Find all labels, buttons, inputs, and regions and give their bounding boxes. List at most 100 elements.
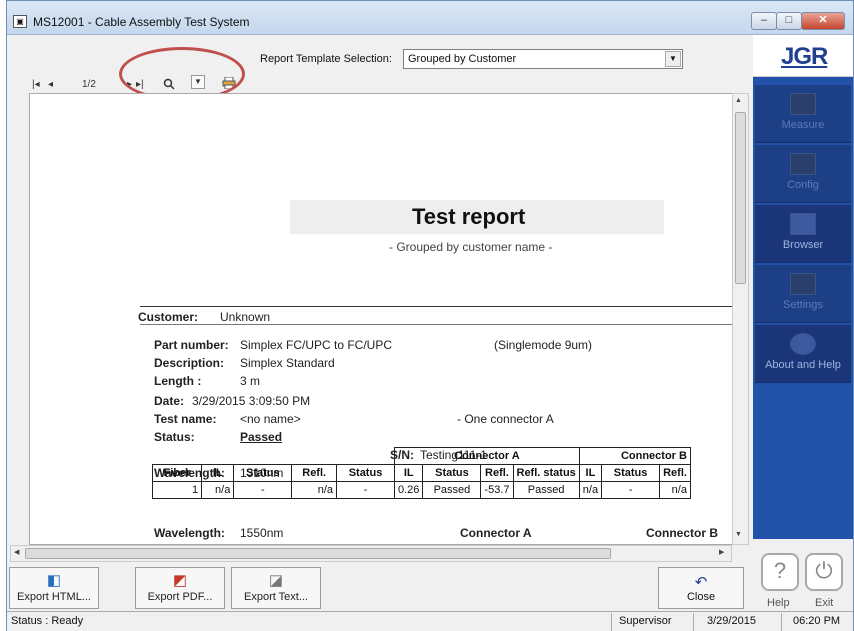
nav-settings[interactable]: Settings <box>755 265 851 323</box>
bottom-action-bar: ◧ Export HTML... ◩ Export PDF... ◪ Expor… <box>7 563 753 611</box>
nav-measure[interactable]: Measure <box>755 85 851 143</box>
cell: Passed <box>512 481 580 499</box>
cell: n/a <box>659 481 691 499</box>
nav-config-label: Config <box>787 179 819 191</box>
connector-b-header: Connector B <box>578 447 691 465</box>
results-table: Connector A Connector B Fiber IL Status … <box>151 447 691 499</box>
status-value: Passed <box>240 430 283 444</box>
th-status: Status <box>422 464 482 482</box>
book-icon <box>790 333 816 355</box>
nav-browser[interactable]: Browser <box>755 205 851 263</box>
help-exit-panel: ? ⏻ Help Exit <box>753 539 853 609</box>
power-icon[interactable]: ⏻ <box>805 553 843 591</box>
nav-about-help[interactable]: About and Help <box>755 325 851 383</box>
export-text-label: Export Text... <box>244 591 308 603</box>
scroll-left-icon[interactable]: ◀ <box>14 548 19 556</box>
part-number-label: Part number: <box>154 338 229 352</box>
nav-settings-label: Settings <box>783 299 823 311</box>
part-number-value: Simplex FC/UPC to FC/UPC <box>240 338 393 352</box>
status-user: Supervisor <box>619 615 672 627</box>
chevron-down-icon[interactable]: ▼ <box>665 51 681 67</box>
measure-icon <box>790 93 816 115</box>
horizontal-scroll-thumb[interactable] <box>25 548 611 559</box>
cell: - <box>336 481 395 499</box>
status-text: Status : Ready <box>11 615 84 627</box>
description-value: Simplex Standard <box>240 356 335 370</box>
cell: - <box>233 481 293 499</box>
cell: Passed <box>422 481 482 499</box>
status-bar: Status : Ready Supervisor 3/29/2015 06:2… <box>7 611 853 631</box>
undo-icon: ↶ <box>694 574 708 591</box>
exit-label: Exit <box>815 597 834 609</box>
text-file-icon: ◪ <box>268 572 284 589</box>
first-page-icon[interactable]: |◂ <box>32 79 40 90</box>
template-select-value: Grouped by Customer <box>408 53 517 65</box>
config-icon <box>790 153 816 175</box>
report-viewer: Test report - Grouped by customer name -… <box>29 93 745 545</box>
customer-label: Customer: <box>138 310 199 324</box>
scroll-down-icon[interactable]: ▼ <box>735 531 742 538</box>
th-fiber: Fiber <box>151 464 203 482</box>
vertical-scroll-thumb[interactable] <box>735 112 746 284</box>
length-label: Length : <box>154 374 202 388</box>
table-header-row: Fiber IL Status Refl. Status IL Status R… <box>151 464 691 482</box>
scroll-up-icon[interactable]: ▲ <box>735 97 742 104</box>
date-value: 3/29/2015 3:09:50 PM <box>192 394 311 408</box>
status-divider <box>693 613 694 631</box>
th-status: Status <box>601 464 661 482</box>
cell: n/a <box>201 481 235 499</box>
th-refl: Refl. <box>480 464 514 482</box>
export-pdf-label: Export PDF... <box>147 591 213 603</box>
th-il: IL <box>578 464 603 482</box>
test-name-label: Test name: <box>154 412 217 426</box>
maximize-button[interactable]: □ <box>776 12 802 30</box>
export-html-label: Export HTML... <box>17 591 91 603</box>
export-pdf-button[interactable]: ◩ Export PDF... <box>135 567 225 609</box>
nav-config[interactable]: Config <box>755 145 851 203</box>
status-date: 3/29/2015 <box>707 615 756 627</box>
export-text-button[interactable]: ◪ Export Text... <box>231 567 321 609</box>
scroll-right-icon[interactable]: ▶ <box>719 548 724 556</box>
nav-browser-label: Browser <box>782 239 824 251</box>
cell: - <box>601 481 661 499</box>
horizontal-scrollbar[interactable]: ◀ ▶ <box>10 545 732 562</box>
connector-note: - One connector A <box>457 412 554 426</box>
window-title: MS12001 - Cable Assembly Test System <box>33 15 250 29</box>
th-status: Status <box>336 464 395 482</box>
th-refl: Refl. <box>659 464 691 482</box>
connector-a-header: Connector A <box>394 447 580 465</box>
help-icon[interactable]: ? <box>761 553 799 591</box>
settings-icon <box>790 273 816 295</box>
status-label: Status: <box>154 430 195 444</box>
connector-b-header-2: Connector B <box>646 526 718 540</box>
report-toolbar: Report Template Selection: Grouped by Cu… <box>7 35 747 93</box>
title-bar: ▣ MS12001 - Cable Assembly Test System –… <box>7 1 853 35</box>
cell: n/a <box>578 481 603 499</box>
vertical-scrollbar[interactable]: ▲ ▼ <box>732 93 749 545</box>
wavelength-1550: 1550nm <box>240 526 284 540</box>
report-title: Test report <box>412 204 526 229</box>
th-il: IL <box>201 464 235 482</box>
customer-value: Unknown <box>220 310 271 324</box>
help-label: Help <box>767 597 790 609</box>
th-il: IL <box>393 464 424 482</box>
brand-logo: JGR <box>753 35 853 77</box>
close-report-button[interactable]: ↶ Close <box>658 567 744 609</box>
cell: 1 <box>151 481 203 499</box>
close-window-button[interactable]: ✕ <box>801 12 845 30</box>
status-divider <box>611 613 612 631</box>
connector-a-header-2: Connector A <box>460 526 532 540</box>
template-select[interactable]: Grouped by Customer ▼ <box>403 49 683 69</box>
report-divider <box>140 306 744 307</box>
table-row: 1 n/a - n/a - 0.26 Passed -53.7 Passed n… <box>151 481 691 499</box>
cell: 0.26 <box>393 481 424 499</box>
wavelength-label-2: Wavelength: <box>154 526 225 540</box>
prev-page-icon[interactable]: ◂ <box>48 79 53 90</box>
nav-measure-label: Measure <box>781 119 825 131</box>
cell: n/a <box>291 481 337 499</box>
nav-about-help-label: About and Help <box>765 359 841 371</box>
minimize-button[interactable]: – <box>751 12 777 30</box>
page-indicator: 1/2 <box>82 79 96 90</box>
export-html-button[interactable]: ◧ Export HTML... <box>9 567 99 609</box>
status-time: 06:20 PM <box>793 615 841 627</box>
